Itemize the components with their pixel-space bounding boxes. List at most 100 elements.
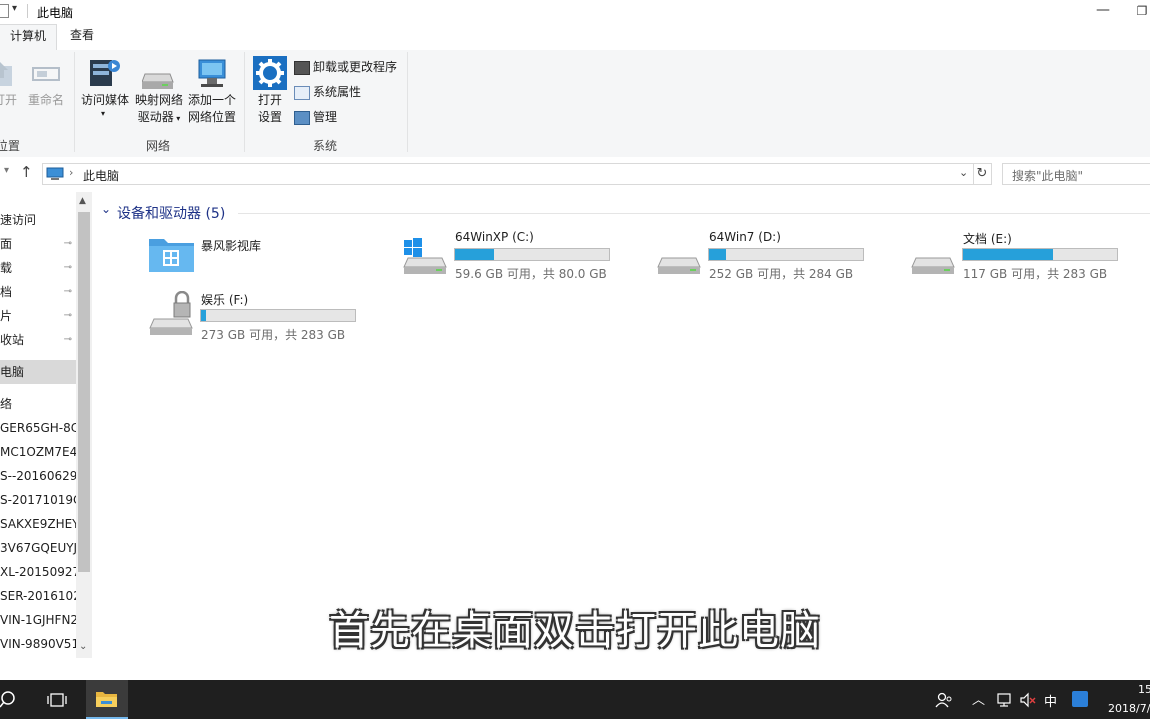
address-bar[interactable]: › 此电脑 ⌄	[42, 163, 974, 185]
quick-access-icon[interactable]	[0, 4, 9, 18]
breadcrumb-separator-icon: ›	[69, 166, 74, 179]
nav-item[interactable]: 档 ⊸	[0, 280, 76, 304]
system-properties-button[interactable]: 系统属性	[294, 82, 361, 102]
drive-f[interactable]: 娱乐 (F:) 273 GB 可用，共 283 GB	[148, 291, 368, 343]
usage-fill	[201, 310, 207, 321]
tab-view[interactable]: 查看	[60, 24, 104, 49]
ribbon-tabs: 计算机 查看	[0, 24, 1150, 51]
tray-app-icon[interactable]	[1072, 691, 1088, 707]
nav-item[interactable]: 收站 ⊸	[0, 328, 76, 352]
recent-locations-chevron-icon[interactable]: ▾	[4, 165, 9, 176]
nav-item-label: S-20171019C	[0, 493, 76, 507]
drive-e[interactable]: 文档 (E:) 117 GB 可用，共 283 GB	[910, 230, 1130, 282]
nav-item[interactable]: MC1OZM7E43	[0, 440, 76, 464]
scroll-thumb[interactable]	[78, 212, 90, 572]
usage-fill	[963, 249, 1054, 260]
task-view-icon[interactable]	[47, 692, 67, 708]
volume-muted-icon[interactable]	[1019, 692, 1037, 708]
nav-item[interactable]: XL-20150927	[0, 560, 76, 584]
clock-date[interactable]: 2018/7/	[1108, 702, 1150, 715]
nav-item-label: 收站	[0, 333, 25, 347]
up-arrow-icon[interactable]: ↑	[20, 163, 33, 181]
search-icon[interactable]	[0, 690, 20, 710]
access-media-button[interactable]: 访问媒体 ▾	[79, 54, 131, 120]
nav-item[interactable]: S--20160629K	[0, 464, 76, 488]
nav-item[interactable]: SAKXE9ZHEY	[0, 512, 76, 536]
pin-icon: ⊸	[63, 262, 72, 273]
nav-item-label: 络	[0, 397, 13, 411]
taskbar: ︿ 中 15 2018/7/	[0, 680, 1150, 719]
drive-d[interactable]: 64Win7 (D:) 252 GB 可用，共 284 GB	[656, 230, 876, 282]
manage-button[interactable]: 管理	[294, 107, 337, 127]
breadcrumb-this-pc[interactable]: 此电脑	[83, 167, 119, 184]
scroll-up-arrow-icon[interactable]: ▲	[79, 196, 86, 206]
map-drive-label-2: 驱动器	[137, 110, 174, 124]
rename-button[interactable]: 重命名	[26, 58, 66, 118]
nav-item[interactable]: 面 ⊸	[0, 232, 76, 256]
drive-c[interactable]: 64WinXP (C:) 59.6 GB 可用，共 80.0 GB	[402, 230, 622, 282]
drive-info: 252 GB 可用，共 284 GB	[709, 267, 854, 281]
nav-item-label: GER65GH-8CA	[0, 421, 76, 435]
title-divider	[27, 4, 28, 18]
locked-drive-icon	[149, 291, 193, 335]
nav-item-label: S--20160629K	[0, 469, 76, 483]
ime-indicator[interactable]: 中	[1044, 691, 1057, 710]
title-bar: ▾ 此电脑 — ❐	[0, 0, 1150, 24]
network-drive-icon	[142, 73, 174, 89]
nav-item-label: 3V67GQEUYJ	[0, 541, 76, 555]
section-title[interactable]: 设备和驱动器 (5)	[117, 203, 225, 223]
nav-item[interactable]: 载 ⊸	[0, 256, 76, 280]
nav-item[interactable]: S-20171019C	[0, 488, 76, 512]
chevron-down-icon: ▾	[173, 114, 181, 123]
nav-item[interactable]: 络	[0, 392, 76, 416]
chevron-up-icon[interactable]: ︿	[972, 689, 985, 708]
nav-item[interactable]: 电脑	[0, 360, 76, 384]
ribbon: 打开 重命名 位置 访问媒体 ▾ 映射网络 驱动器 ▾	[0, 50, 1150, 158]
address-dropdown-icon[interactable]: ⌄	[959, 166, 968, 179]
nav-scrollbar[interactable]: ▲ ⌄	[76, 192, 92, 658]
drive-icon	[657, 257, 701, 274]
drive-name: 64WinXP (C:)	[455, 230, 534, 244]
media-icon	[90, 60, 120, 86]
quick-access-dropdown-icon[interactable]: ▾	[12, 3, 17, 14]
search-input[interactable]: 搜索"此电脑"	[1002, 163, 1150, 185]
network-group-label: 网络	[145, 139, 170, 153]
nav-item[interactable]: 3V67GQEUYJ	[0, 536, 76, 560]
nav-item-label: 片	[0, 309, 13, 323]
computer-icon	[46, 167, 64, 180]
group-divider	[244, 52, 245, 152]
folder-icon	[96, 692, 117, 707]
clock-time[interactable]: 15	[1138, 683, 1150, 696]
open-settings-button[interactable]: 打开 设置	[250, 54, 290, 124]
gear-icon	[253, 56, 287, 90]
nav-list: 速访问面⊸载⊸档⊸片⊸收站⊸电脑络GER65GH-8CAMC1OZM7E43S-…	[0, 208, 76, 658]
nav-item[interactable]: 片 ⊸	[0, 304, 76, 328]
video-subtitle: 首先在桌面双击打开此电脑	[329, 608, 821, 654]
manage-icon	[294, 110, 310, 125]
nav-item[interactable]: 速访问	[0, 208, 76, 232]
nav-item-label: 电脑	[0, 365, 25, 379]
uninstall-programs-button[interactable]: 卸载或更改程序	[294, 57, 397, 77]
nav-item[interactable]: GER65GH-8CA	[0, 416, 76, 440]
refresh-button[interactable]: ↻	[973, 163, 992, 185]
group-divider	[74, 52, 75, 152]
nav-item-label: 速访问	[0, 213, 37, 227]
open-button[interactable]: 打开	[0, 58, 20, 118]
map-network-drive-button[interactable]: 映射网络 驱动器 ▾	[132, 54, 186, 124]
add-network-location-button[interactable]: 添加一个 网络位置	[186, 54, 238, 124]
nav-item-label: 载	[0, 261, 13, 275]
drive-name: 文档 (E:)	[963, 232, 1012, 246]
chevron-down-icon: ▾	[101, 109, 106, 118]
file-explorer-taskbar-button[interactable]	[86, 680, 128, 719]
section-divider	[238, 213, 1150, 214]
collapse-chevron-icon[interactable]: ⌄	[101, 202, 111, 216]
network-icon[interactable]	[996, 692, 1014, 708]
folder-icon	[149, 239, 194, 272]
minimize-button[interactable]: —	[1094, 0, 1112, 22]
usage-fill	[709, 249, 727, 260]
media-library-folder[interactable]: 暴风影视库	[148, 234, 348, 278]
tab-computer[interactable]: 计算机	[0, 24, 58, 51]
system-group-label: 系统	[312, 139, 337, 153]
people-icon[interactable]	[935, 692, 953, 708]
maximize-button[interactable]: ❐	[1134, 0, 1150, 22]
